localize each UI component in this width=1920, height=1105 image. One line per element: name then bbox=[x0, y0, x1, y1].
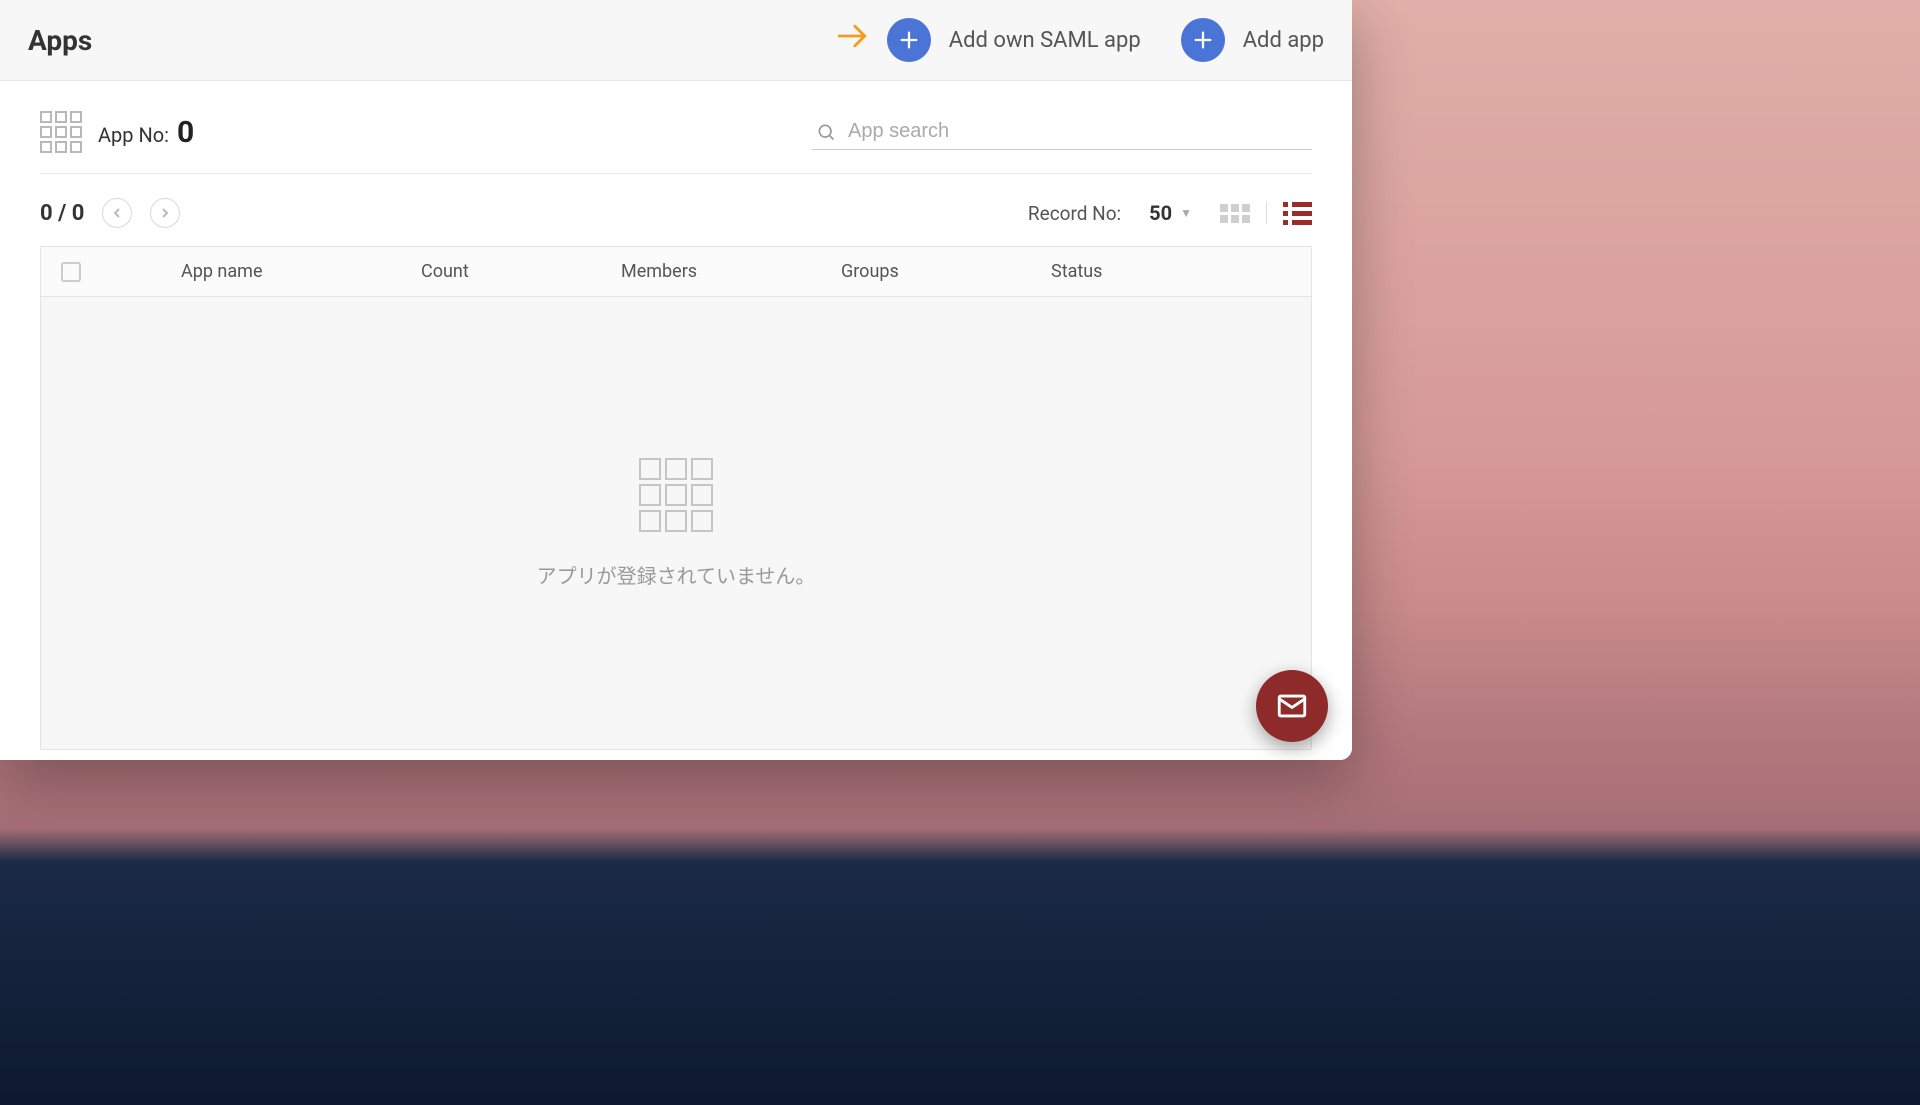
appno-label: App No: bbox=[98, 123, 169, 147]
table-empty-state: アプリが登録されていません。 bbox=[41, 297, 1311, 749]
add-app-button[interactable]: Add app bbox=[1181, 18, 1324, 62]
contact-fab[interactable] bbox=[1256, 670, 1328, 742]
list-view-button[interactable] bbox=[1283, 202, 1312, 225]
add-saml-app-button[interactable]: Add own SAML app bbox=[835, 18, 1141, 62]
chevron-right-icon bbox=[160, 208, 170, 218]
recordno-select[interactable]: 50 ▼ bbox=[1149, 201, 1192, 225]
select-all-checkbox[interactable] bbox=[61, 262, 81, 282]
recordno-label: Record No: bbox=[1028, 202, 1121, 225]
subheader: App No: 0 bbox=[40, 81, 1312, 174]
apps-window: Apps Add own SAML app Add app bbox=[0, 0, 1352, 760]
col-groups: Groups bbox=[841, 261, 1031, 282]
search-input[interactable] bbox=[848, 120, 1308, 143]
pager: 0 / 0 bbox=[40, 198, 180, 228]
header-actions: Add own SAML app Add app bbox=[835, 18, 1324, 62]
search-icon bbox=[816, 122, 836, 142]
col-members: Members bbox=[621, 261, 821, 282]
pager-prev-button[interactable] bbox=[102, 198, 132, 228]
apps-grid-icon bbox=[40, 111, 82, 153]
toolbar: 0 / 0 Record No: 50 ▼ bbox=[40, 174, 1312, 246]
page-title: Apps bbox=[28, 24, 92, 57]
content-area: App No: 0 0 / 0 Record No: bbox=[0, 81, 1352, 760]
view-toggle bbox=[1220, 202, 1312, 225]
plus-circle-icon bbox=[1181, 18, 1225, 62]
window-header: Apps Add own SAML app Add app bbox=[0, 0, 1352, 81]
arrow-right-icon bbox=[835, 19, 869, 61]
apps-table: App name Count Members Groups Status アプリ… bbox=[40, 246, 1312, 750]
col-app-name: App name bbox=[181, 261, 401, 282]
separator bbox=[1266, 202, 1267, 224]
search-field[interactable] bbox=[812, 114, 1312, 150]
grid-view-button[interactable] bbox=[1220, 204, 1250, 223]
empty-grid-icon bbox=[639, 458, 713, 532]
col-status: Status bbox=[1051, 261, 1201, 282]
chevron-down-icon: ▼ bbox=[1180, 206, 1192, 220]
col-count: Count bbox=[421, 261, 601, 282]
add-saml-label: Add own SAML app bbox=[949, 28, 1141, 53]
plus-circle-icon bbox=[887, 18, 931, 62]
mail-icon bbox=[1275, 689, 1309, 723]
pager-count: 0 / 0 bbox=[40, 201, 84, 226]
toolbar-right: Record No: 50 ▼ bbox=[1028, 201, 1312, 225]
app-count-text: App No: 0 bbox=[98, 115, 194, 150]
pager-next-button[interactable] bbox=[150, 198, 180, 228]
chevron-left-icon bbox=[112, 208, 122, 218]
app-count-block: App No: 0 bbox=[40, 111, 194, 153]
appno-value: 0 bbox=[177, 115, 194, 150]
table-header-row: App name Count Members Groups Status bbox=[41, 247, 1311, 297]
add-app-label: Add app bbox=[1243, 28, 1324, 53]
empty-message: アプリが登録されていません。 bbox=[537, 560, 816, 589]
recordno-value: 50 bbox=[1149, 201, 1172, 225]
